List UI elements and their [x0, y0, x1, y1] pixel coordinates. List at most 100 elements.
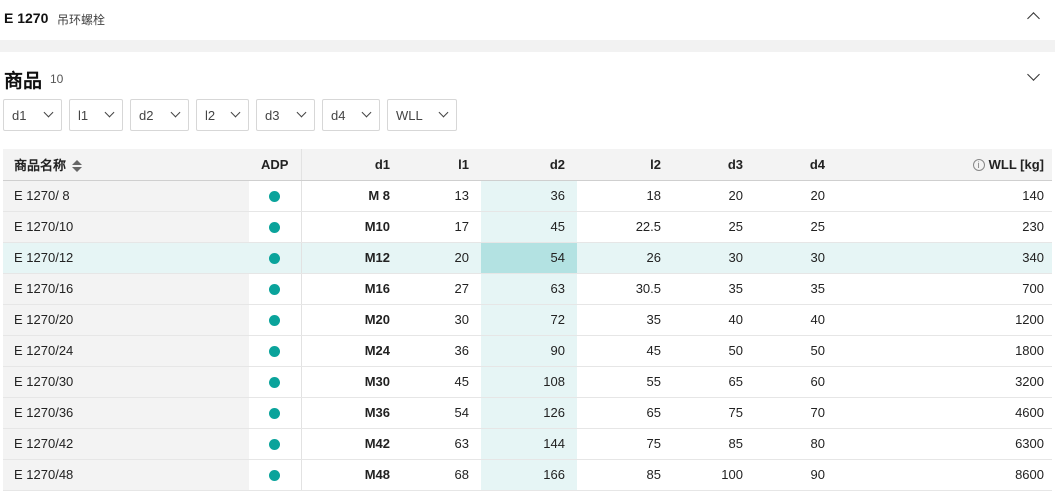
cell-l2: 85	[577, 459, 673, 491]
product-name[interactable]: E 1270/ 8	[3, 180, 249, 212]
filter-label: l2	[205, 108, 216, 123]
product-name[interactable]: E 1270/12	[3, 242, 249, 274]
table-row[interactable]: E 1270/20 M20 30 72 35 40 40 1200	[3, 304, 1052, 336]
filter-label: d4	[331, 108, 346, 123]
adp-status-dot	[269, 377, 281, 389]
column-header-d2: d2	[481, 149, 577, 181]
section-divider	[0, 40, 1055, 52]
cell-d3: 25	[673, 211, 755, 243]
adp-status-dot	[269, 408, 281, 420]
table-row[interactable]: E 1270/16 M16 27 63 30.5 35 35 700	[3, 273, 1052, 305]
adp-cell	[249, 180, 301, 212]
cell-l2: 75	[577, 428, 673, 460]
product-name[interactable]: E 1270/20	[3, 304, 249, 336]
cell-l1: 54	[402, 397, 481, 429]
column-header-d4: d4	[755, 149, 837, 181]
cell-d1: M20	[300, 304, 402, 336]
product-name[interactable]: E 1270/16	[3, 273, 249, 305]
table-row[interactable]: E 1270/30 M30 45 108 55 65 60 3200	[3, 366, 1052, 398]
filter-label: d1	[12, 108, 27, 123]
adp-cell	[249, 273, 301, 305]
cell-l2: 30.5	[577, 273, 673, 305]
column-header-l2: l2	[577, 149, 673, 181]
chevron-down-icon[interactable]	[1027, 68, 1040, 81]
product-name[interactable]: E 1270/42	[3, 428, 249, 460]
cell-wll: 230	[837, 211, 1052, 243]
cell-d4: 80	[755, 428, 837, 460]
cell-d2: 36	[481, 180, 577, 212]
cell-d4: 35	[755, 273, 837, 305]
adp-cell	[249, 366, 301, 398]
adp-cell	[249, 459, 301, 491]
adp-cell	[249, 242, 301, 274]
adp-cell	[249, 335, 301, 367]
cell-d3: 40	[673, 304, 755, 336]
cell-d3: 30	[673, 242, 755, 274]
adp-status-dot	[269, 284, 281, 296]
filter-dropdown[interactable]: l1	[69, 99, 123, 131]
cell-d2: 126	[481, 397, 577, 429]
table-row[interactable]: E 1270/36 M36 54 126 65 75 70 4600	[3, 397, 1052, 429]
cell-d1: M48	[300, 459, 402, 491]
cell-d4: 50	[755, 335, 837, 367]
table-header-row: 商品名称 ADP d1 l1 d2 l2 d3 d4 i WLL [kg]	[3, 149, 1052, 181]
cell-d4: 60	[755, 366, 837, 398]
cell-d1: M 8	[300, 180, 402, 212]
adp-status-dot	[269, 315, 281, 327]
cell-d3: 20	[673, 180, 755, 212]
table-row[interactable]: E 1270/10 M10 17 45 22.5 25 25 230	[3, 211, 1052, 243]
filter-dropdown[interactable]: d4	[322, 99, 380, 131]
cell-d2: 72	[481, 304, 577, 336]
cell-l2: 18	[577, 180, 673, 212]
cell-l2: 26	[577, 242, 673, 274]
filter-dropdown[interactable]: WLL	[387, 99, 457, 131]
table-row[interactable]: E 1270/48 M48 68 166 85 100 90 8600	[3, 459, 1052, 491]
column-header-label: WLL [kg]	[988, 156, 1044, 172]
filter-dropdown[interactable]: d2	[130, 99, 189, 131]
cell-l1: 20	[402, 242, 481, 274]
cell-l1: 30	[402, 304, 481, 336]
filter-dropdown[interactable]: d1	[3, 99, 62, 131]
column-header-wll: i WLL [kg]	[837, 149, 1052, 181]
item-count: 10	[50, 72, 64, 86]
cell-d1: M36	[300, 397, 402, 429]
cell-d4: 30	[755, 242, 837, 274]
sort-icon[interactable]	[72, 160, 83, 173]
product-header[interactable]: E 1270 吊环螺栓	[0, 0, 1055, 40]
column-header-name[interactable]: 商品名称	[3, 149, 249, 181]
filter-label: d3	[265, 108, 280, 123]
filter-dropdown[interactable]: d3	[256, 99, 315, 131]
table-row[interactable]: E 1270/ 8M 8 13 36 18 20 20 140	[3, 180, 1052, 212]
info-icon[interactable]: i	[972, 159, 985, 172]
adp-cell	[249, 428, 301, 460]
cell-wll: 1800	[837, 335, 1052, 367]
cell-wll: 1200	[837, 304, 1052, 336]
cell-d2: 54	[481, 242, 577, 274]
adp-status-dot	[269, 222, 281, 234]
cell-d2: 90	[481, 335, 577, 367]
product-name[interactable]: E 1270/10	[3, 211, 249, 243]
product-title: E 1270	[4, 10, 49, 26]
adp-cell	[249, 304, 301, 336]
table-row[interactable]: E 1270/12 M12 20 54 26 30 30 340	[3, 242, 1052, 274]
cell-d4: 40	[755, 304, 837, 336]
table-row[interactable]: E 1270/42 M42 63 144 75 85 80 6300	[3, 428, 1052, 460]
column-header-l1: l1	[402, 149, 481, 181]
cell-l1: 45	[402, 366, 481, 398]
adp-cell	[249, 211, 301, 243]
cell-d3: 35	[673, 273, 755, 305]
product-name[interactable]: E 1270/48	[3, 459, 249, 491]
product-name[interactable]: E 1270/30	[3, 366, 249, 398]
product-name[interactable]: E 1270/36	[3, 397, 249, 429]
cell-l2: 45	[577, 335, 673, 367]
cell-d2: 63	[481, 273, 577, 305]
chevron-up-icon[interactable]	[1027, 12, 1040, 25]
cell-d1: M24	[300, 335, 402, 367]
filter-dropdown[interactable]: l2	[196, 99, 249, 131]
cell-d4: 90	[755, 459, 837, 491]
product-name[interactable]: E 1270/24	[3, 335, 249, 367]
cell-d3: 100	[673, 459, 755, 491]
adp-status-dot	[269, 253, 281, 265]
table-row[interactable]: E 1270/24 M24 36 90 45 50 50 1800	[3, 335, 1052, 367]
cell-d2: 144	[481, 428, 577, 460]
